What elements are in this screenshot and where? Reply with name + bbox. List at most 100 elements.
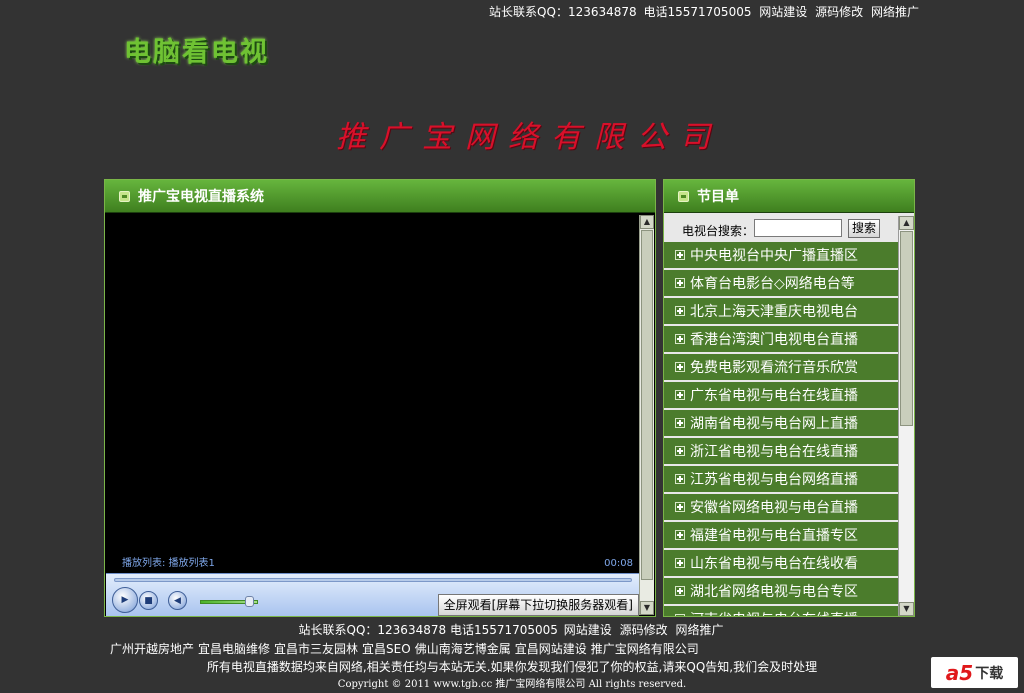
channel-list-scrollbar[interactable]: ▲ ▼ (898, 216, 914, 616)
footer-friend-links: 广州开越房地产 宜昌电脑维修 宜昌市三友园林 宜昌SEO 佛山南海艺博金属 宜昌网站建设推… (108, 640, 701, 657)
footer-link-promotion[interactable]: 网络推广 (675, 623, 723, 637)
expand-plus-icon (675, 586, 685, 596)
channel-item[interactable]: 江苏省电视与电台网络直播 (664, 466, 899, 494)
fullscreen-button[interactable]: 全屏观看[屏幕下拉切换服务器观看] (437, 594, 639, 616)
channel-list: 中央电视台中央广播直播区 体育台电影台◇网络电台等 北京上海天津重庆电视电台 香港台湾… (664, 242, 899, 616)
channel-item-label: 浙江省电视与电台在线直播 (690, 444, 858, 460)
scroll-thumb[interactable] (900, 231, 913, 426)
program-title: 节目单 (697, 189, 739, 205)
expand-plus-icon (675, 306, 685, 316)
player-panel: 推广宝电视直播系统 播放列表: 播放列表1 00:08 ▲ ▼ ▶ ■ ◀ 全屏… (104, 179, 656, 617)
expand-plus-icon (675, 614, 685, 616)
program-panel-header: 节目单 (664, 180, 914, 213)
search-button[interactable]: 搜索 (848, 219, 880, 238)
footer-link-source-edit[interactable]: 源码修改 (620, 623, 668, 637)
expand-plus-icon (675, 334, 685, 344)
channel-item[interactable]: 山东省电视与电台在线收看 (664, 550, 899, 578)
footer-disclaimer: 所有电视直播数据均来自网络,相关责任均与本站无关.如果你发现我们侵犯了你的权益,… (206, 660, 818, 674)
player-controls: ▶ ■ ◀ 全屏观看[屏幕下拉切换服务器观看] (106, 573, 639, 616)
expand-plus-icon (675, 390, 685, 400)
scroll-down-arrow-icon[interactable]: ▼ (640, 601, 654, 615)
watermark-brand: a5 (945, 660, 974, 685)
player-scrollbar[interactable]: ▲ ▼ (639, 215, 654, 615)
speaker-icon: ◀ (174, 595, 181, 606)
volume-knob[interactable] (245, 596, 254, 607)
channel-item[interactable]: 福建省电视与电台直播专区 (664, 522, 899, 550)
site-logo[interactable]: 电脑看电视 (124, 30, 269, 69)
channel-item-label: 山东省电视与电台在线收看 (690, 556, 858, 572)
channel-item[interactable]: 免费电影观看流行音乐欣赏 (664, 354, 899, 382)
stop-icon: ■ (144, 595, 153, 606)
expand-plus-icon (675, 418, 685, 428)
player-title: 推广宝电视直播系统 (138, 189, 264, 205)
channel-item[interactable]: 湖南省电视与电台网上直播 (664, 410, 899, 438)
channel-item[interactable]: 安徽省网络电视与电台直播 (664, 494, 899, 522)
channel-item[interactable]: 湖北省网络电视与电台专区 (664, 578, 899, 606)
scroll-up-arrow-icon[interactable]: ▲ (899, 216, 914, 230)
footer-qq-contact: 站长联系QQ：123634878 (298, 623, 447, 637)
expand-plus-icon (675, 558, 685, 568)
channel-item-label: 河南省电视与电台在线直播 (690, 609, 858, 616)
company-banner: 推广宝网络有限公司 (336, 120, 723, 155)
channel-search-input[interactable] (754, 219, 842, 237)
channel-item-label: 福建省电视与电台直播专区 (690, 528, 858, 544)
stop-button[interactable]: ■ (139, 591, 158, 610)
channel-item-label: 免费电影观看流行音乐欣赏 (690, 360, 858, 376)
channel-item-label: 江苏省电视与电台网络直播 (690, 472, 858, 488)
channel-item[interactable]: 香港台湾澳门电视电台直播 (664, 326, 899, 354)
channel-item-label: 中央电视台中央广播直播区 (690, 248, 858, 264)
footer-friend-link[interactable]: 广州开越房地产 (110, 642, 194, 656)
footer-link-web-build[interactable]: 网站建设 (564, 623, 612, 637)
channel-item-label: 广东省电视与电台在线直播 (690, 388, 858, 404)
channel-item[interactable]: 浙江省电视与电台在线直播 (664, 438, 899, 466)
channel-item[interactable]: 北京上海天津重庆电视电台 (664, 298, 899, 326)
footer-friend-link[interactable]: 宜昌网站建设 (515, 642, 587, 656)
expand-plus-icon (675, 474, 685, 484)
play-button[interactable]: ▶ (112, 587, 138, 613)
search-label: 电视台搜索： (682, 224, 755, 238)
top-link-web-build[interactable]: 网站建设 (759, 5, 807, 19)
play-icon: ▶ (121, 595, 129, 605)
video-screen[interactable]: 播放列表: 播放列表1 00:08 (106, 215, 639, 573)
program-panel: 节目单 电视台搜索： 搜索 中央电视台中央广播直播区 体育台电影台◇网络电台等 北京… (663, 179, 915, 617)
expand-plus-icon (675, 278, 685, 288)
top-link-promotion[interactable]: 网络推广 (871, 5, 919, 19)
footer-friend-link[interactable]: 推广宝网络有限公司 (591, 642, 699, 656)
channel-item-label: 体育台电影台◇网络电台等 (690, 276, 855, 292)
tv-icon (678, 190, 689, 202)
scroll-thumb[interactable] (641, 230, 653, 580)
channel-item[interactable]: 广东省电视与电台在线直播 (664, 382, 899, 410)
mute-button[interactable]: ◀ (168, 591, 187, 610)
scroll-down-arrow-icon[interactable]: ▼ (899, 602, 914, 616)
player-panel-header: 推广宝电视直播系统 (105, 180, 655, 213)
footer-friend-link[interactable]: 宜昌SEO (362, 642, 411, 656)
playlist-label: 播放列表: 播放列表1 (122, 558, 215, 569)
expand-plus-icon (675, 362, 685, 372)
top-qq-contact: 站长联系QQ：123634878 (489, 5, 637, 19)
footer-friend-link[interactable]: 佛山南海艺博金属 (415, 642, 511, 656)
channel-item[interactable]: 河南省电视与电台在线直播 (664, 606, 899, 616)
a5-watermark-logo: a5 下载 (931, 657, 1018, 688)
top-link-source-edit[interactable]: 源码修改 (815, 5, 863, 19)
tv-icon (119, 190, 130, 202)
playback-time: 00:08 (604, 558, 633, 569)
channel-item[interactable]: 中央电视台中央广播直播区 (664, 242, 899, 270)
footer-friend-link[interactable]: 宜昌市三友园林 (274, 642, 358, 656)
top-phone: 电话15571705005 (643, 5, 752, 19)
expand-plus-icon (675, 250, 685, 260)
top-contact-bar: 站长联系QQ：123634878 电话15571705005 网站建设 源码修改… (486, 3, 919, 20)
seek-bar[interactable] (114, 578, 632, 582)
channel-item-label: 北京上海天津重庆电视电台 (690, 304, 858, 320)
footer-phone: 电话15571705005 (449, 623, 558, 637)
footer-copyright: Copyright © 2011 www.tgb.cc 推广宝网络有限公司 Al… (337, 679, 687, 690)
scroll-up-arrow-icon[interactable]: ▲ (640, 215, 654, 229)
footer-contact: 站长联系QQ：123634878 电话15571705005 网站建设 源码修改… (0, 621, 1024, 638)
channel-search: 电视台搜索： 搜索 (664, 216, 899, 242)
channel-item[interactable]: 体育台电影台◇网络电台等 (664, 270, 899, 298)
footer-friend-link[interactable]: 宜昌电脑维修 (198, 642, 270, 656)
expand-plus-icon (675, 530, 685, 540)
expand-plus-icon (675, 502, 685, 512)
channel-item-label: 湖北省网络电视与电台专区 (690, 584, 858, 600)
channel-item-label: 香港台湾澳门电视电台直播 (690, 332, 858, 348)
watermark-text: 下载 (975, 665, 1004, 682)
